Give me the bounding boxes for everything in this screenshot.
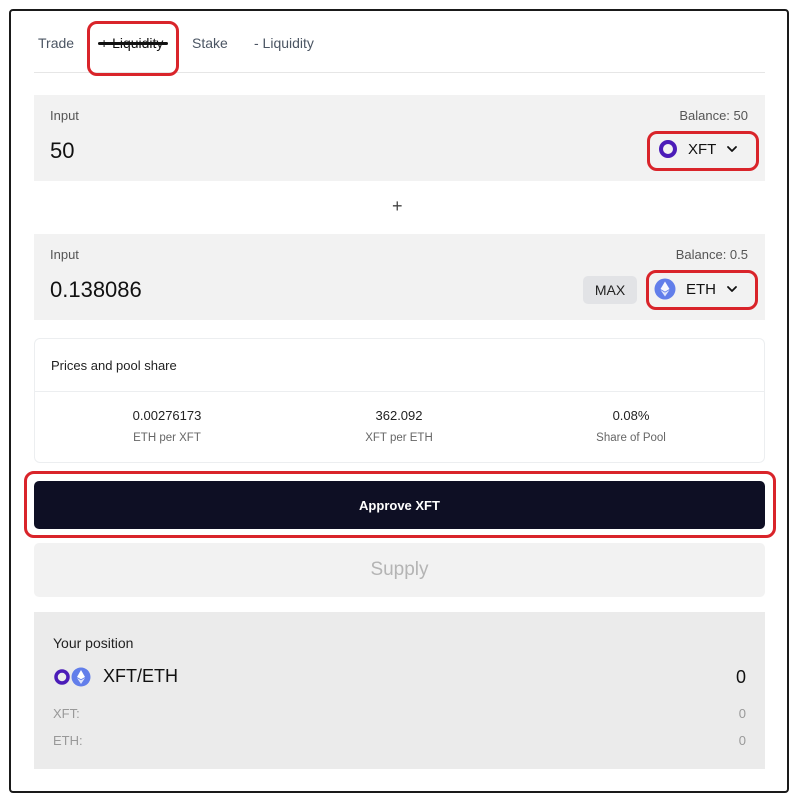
eth-token-icon (654, 278, 676, 300)
input-label: Input (50, 108, 79, 123)
input-panel-xft: Input Balance: 50 XFT (34, 95, 765, 181)
input-label: Input (50, 247, 79, 262)
prices-pool-share-card: Prices and pool share 0.00276173 ETH per… (34, 338, 765, 463)
stat-value: 0.00276173 (132, 408, 202, 423)
token-symbol: ETH (686, 280, 716, 298)
input-panel-eth: Input Balance: 0.5 MAX ETH (34, 234, 765, 320)
chevron-down-icon (727, 286, 737, 292)
stat-eth-per-xft: 0.00276173 ETH per XFT (47, 408, 287, 444)
approve-button[interactable]: Approve XFT (34, 481, 765, 529)
xft-token-icon (54, 668, 70, 685)
amount-input-xft[interactable] (50, 138, 350, 164)
pair-token-icons (54, 667, 91, 686)
balance-text: Balance: 0.5 (675, 247, 748, 262)
xft-label: XFT: (53, 706, 80, 721)
xft-token-icon (659, 140, 677, 158)
active-tab-indicator (98, 42, 168, 45)
stat-caption: XFT per ETH (365, 432, 433, 444)
position-pair: XFT/ETH (53, 666, 178, 687)
supply-button[interactable]: Supply (34, 543, 765, 597)
prices-title: Prices and pool share (51, 358, 177, 373)
eth-label: ETH: (53, 733, 83, 748)
max-button[interactable]: MAX (583, 276, 637, 304)
plus-icon: + (392, 196, 403, 216)
pair-value: 0 (735, 667, 746, 687)
stat-xft-per-eth: 362.092 XFT per ETH (279, 408, 519, 444)
pair-name: XFT/ETH (103, 666, 178, 686)
tab-bar: Trade + Liquidity Stake - Liquidity (34, 26, 765, 73)
tab-remove-liquidity[interactable]: - Liquidity (254, 35, 314, 51)
stat-caption: Share of Pool (596, 432, 666, 444)
stat-value: 0.08% (612, 408, 650, 423)
eth-value: 0 (738, 733, 746, 748)
position-title: Your position (53, 635, 134, 651)
amount-input-eth[interactable] (50, 277, 350, 303)
tab-trade[interactable]: Trade (38, 35, 74, 51)
chevron-down-icon (727, 146, 738, 152)
divider (35, 391, 764, 392)
token-select-xft[interactable]: XFT (658, 139, 738, 159)
stat-value: 362.092 (375, 408, 423, 423)
token-select-eth[interactable]: ETH (654, 278, 738, 300)
stat-caption: ETH per XFT (133, 432, 201, 444)
balance-text: Balance: 50 (679, 108, 748, 123)
xft-value: 0 (738, 706, 746, 721)
stat-share-of-pool: 0.08% Share of Pool (511, 408, 751, 444)
your-position-card: Your position XFT/ETH 0 XFT: 0 ETH: 0 (34, 612, 765, 769)
tab-stake[interactable]: Stake (192, 35, 228, 51)
token-symbol: XFT (688, 140, 717, 158)
